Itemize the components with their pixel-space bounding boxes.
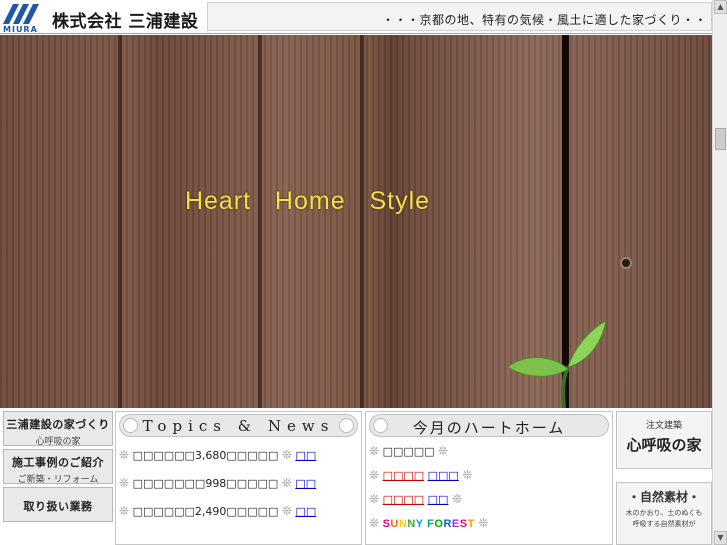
monthly-item-link[interactable]: □□ bbox=[428, 493, 449, 506]
monthly-item-link-red[interactable]: □□□□ bbox=[383, 493, 425, 506]
sparkle-icon: ❊ bbox=[438, 444, 449, 458]
logo-text: MIURA bbox=[3, 25, 38, 34]
nav-sublabel: 心呼吸の家 bbox=[35, 437, 81, 447]
hero-title-word: Heart bbox=[184, 187, 252, 215]
topics-item-text: □□□□□□□998□□□□□ bbox=[132, 477, 279, 490]
sunny-forest-letter: T bbox=[467, 518, 475, 530]
scroll-thumb[interactable] bbox=[715, 128, 726, 150]
nav-services-button[interactable]: 取り扱い業務 bbox=[3, 487, 113, 522]
nav-case-studies-button[interactable]: 施工事例のご紹介 ご新築・リフォーム bbox=[3, 449, 113, 485]
vertical-scrollbar[interactable]: ▲ ▼ bbox=[712, 0, 727, 545]
monthly-item-link[interactable]: □□□ bbox=[428, 469, 459, 482]
banner-line: 木のかおり、土のぬくも bbox=[625, 509, 703, 517]
nav-label: 三浦建設の家づくり bbox=[6, 418, 110, 431]
topics-item-link[interactable]: □□ bbox=[295, 505, 316, 518]
sparkle-icon: ❊ bbox=[369, 444, 380, 458]
topics-item-text: □□□□□□2,490□□□□□ bbox=[132, 505, 279, 518]
banner-title: ・自然素材・ bbox=[627, 490, 700, 504]
sunny-forest-link[interactable]: SUNNY FOREST bbox=[383, 518, 475, 530]
tagline-text: ・・・京都の地、特有の気候・風土に適した家づくり・・・ bbox=[382, 13, 720, 27]
sunny-forest-letter: N bbox=[407, 518, 416, 530]
sparkle-icon: ❊ bbox=[478, 516, 489, 530]
monthly-title: 今月のハートホーム bbox=[412, 419, 566, 437]
sparkle-icon: ❊ bbox=[281, 504, 292, 518]
nav-house-making-button[interactable]: 三浦建設の家づくり 心呼吸の家 bbox=[3, 411, 113, 447]
hero-image: Heart Home Style bbox=[0, 35, 712, 408]
sparkle-icon: ❊ bbox=[119, 504, 130, 518]
company-name: 株式会社 三浦建設 bbox=[52, 12, 199, 32]
header-bullet-icon bbox=[339, 418, 354, 433]
topics-title: Topics & News bbox=[142, 417, 335, 435]
header-bar: MIURA 株式会社 三浦建設 ・・・京都の地、特有の気候・風土に適した家づくり… bbox=[0, 0, 719, 34]
sunny-forest-letter: Y bbox=[415, 518, 424, 530]
wood-knot bbox=[620, 257, 632, 269]
monthly-item: ❊ □□□□ □□ ❊ bbox=[369, 492, 462, 506]
sparkle-icon: ❊ bbox=[369, 516, 380, 530]
banner-small-text: 注文建築 bbox=[645, 421, 682, 431]
sparkle-icon: ❊ bbox=[462, 468, 473, 482]
topics-item-text: □□□□□□3,680□□□□□ bbox=[132, 449, 279, 462]
monthly-header: 今月のハートホーム bbox=[369, 414, 609, 437]
sparkle-icon: ❊ bbox=[369, 492, 380, 506]
custom-build-banner[interactable]: 注文建築 心呼吸の家 bbox=[616, 411, 712, 469]
miura-logo-icon bbox=[3, 4, 39, 24]
sparkle-icon: ❊ bbox=[119, 448, 130, 462]
hero-title-word: Style bbox=[369, 187, 431, 215]
bottom-section: 三浦建設の家づくり 心呼吸の家 施工事例のご紹介 ご新築・リフォーム 取り扱い業… bbox=[0, 408, 712, 545]
sparkle-icon: ❊ bbox=[281, 476, 292, 490]
topics-item: ❊ □□□□□□2,490□□□□□ ❊ □□ bbox=[119, 504, 316, 518]
nav-label: 取り扱い業務 bbox=[23, 500, 93, 513]
sparkle-icon: ❊ bbox=[369, 468, 380, 482]
hero-title-word: Home bbox=[274, 187, 346, 215]
monthly-item: ❊ □□□□ □□□ ❊ bbox=[369, 468, 472, 482]
monthly-item: ❊ □□□□□ ❊ bbox=[369, 444, 448, 458]
monthly-panel: 今月のハートホーム ❊ □□□□□ ❊ ❊ □□□□ □□□ ❊ ❊ □□□□ … bbox=[365, 411, 613, 545]
topics-item-link[interactable]: □□ bbox=[295, 477, 316, 490]
tagline-box: ・・・京都の地、特有の気候・風土に適した家づくり・・・ bbox=[207, 2, 719, 31]
wood-plank-seam bbox=[360, 35, 364, 408]
scroll-up-icon[interactable]: ▲ bbox=[714, 0, 727, 14]
monthly-item-text: □□□□□ bbox=[382, 445, 435, 458]
sparkle-icon: ❊ bbox=[119, 476, 130, 490]
topics-item: ❊ □□□□□□□998□□□□□ ❊ □□ bbox=[119, 476, 316, 490]
banner-line: 呼吸する自然素材が bbox=[632, 520, 696, 528]
wood-plank-seam bbox=[118, 35, 122, 408]
nav-label: 施工事例のご紹介 bbox=[12, 456, 104, 469]
wood-plank-seam bbox=[258, 35, 262, 408]
sparkle-icon: ❊ bbox=[281, 448, 292, 462]
monthly-item-link-red[interactable]: □□□□ bbox=[383, 469, 425, 482]
topics-panel: Topics & News ❊ □□□□□□3,680□□□□□ ❊ □□ ❊ … bbox=[115, 411, 362, 545]
natural-materials-banner[interactable]: ・自然素材・ 木のかおり、土のぬくも 呼吸する自然素材が bbox=[616, 482, 712, 545]
topics-item: ❊ □□□□□□3,680□□□□□ ❊ □□ bbox=[119, 448, 316, 462]
company-logo[interactable]: MIURA bbox=[1, 2, 43, 34]
sunny-forest-letter: U bbox=[390, 518, 399, 530]
sunny-forest-letter: R bbox=[443, 518, 452, 530]
sunny-forest-letter: S bbox=[459, 518, 468, 530]
banner-big-text: 心呼吸の家 bbox=[626, 436, 702, 454]
scroll-down-icon[interactable]: ▼ bbox=[714, 531, 727, 545]
sunny-forest-letter: E bbox=[451, 518, 460, 530]
monthly-item: ❊ SUNNY FOREST ❊ bbox=[369, 516, 488, 530]
topics-header: Topics & News bbox=[119, 414, 358, 437]
hero-title: Heart Home Style bbox=[0, 187, 615, 216]
nav-sublabel: ご新築・リフォーム bbox=[17, 475, 99, 485]
sparkle-icon: ❊ bbox=[451, 492, 462, 506]
topics-item-link[interactable]: □□ bbox=[295, 449, 316, 462]
sprout-icon bbox=[507, 320, 607, 408]
